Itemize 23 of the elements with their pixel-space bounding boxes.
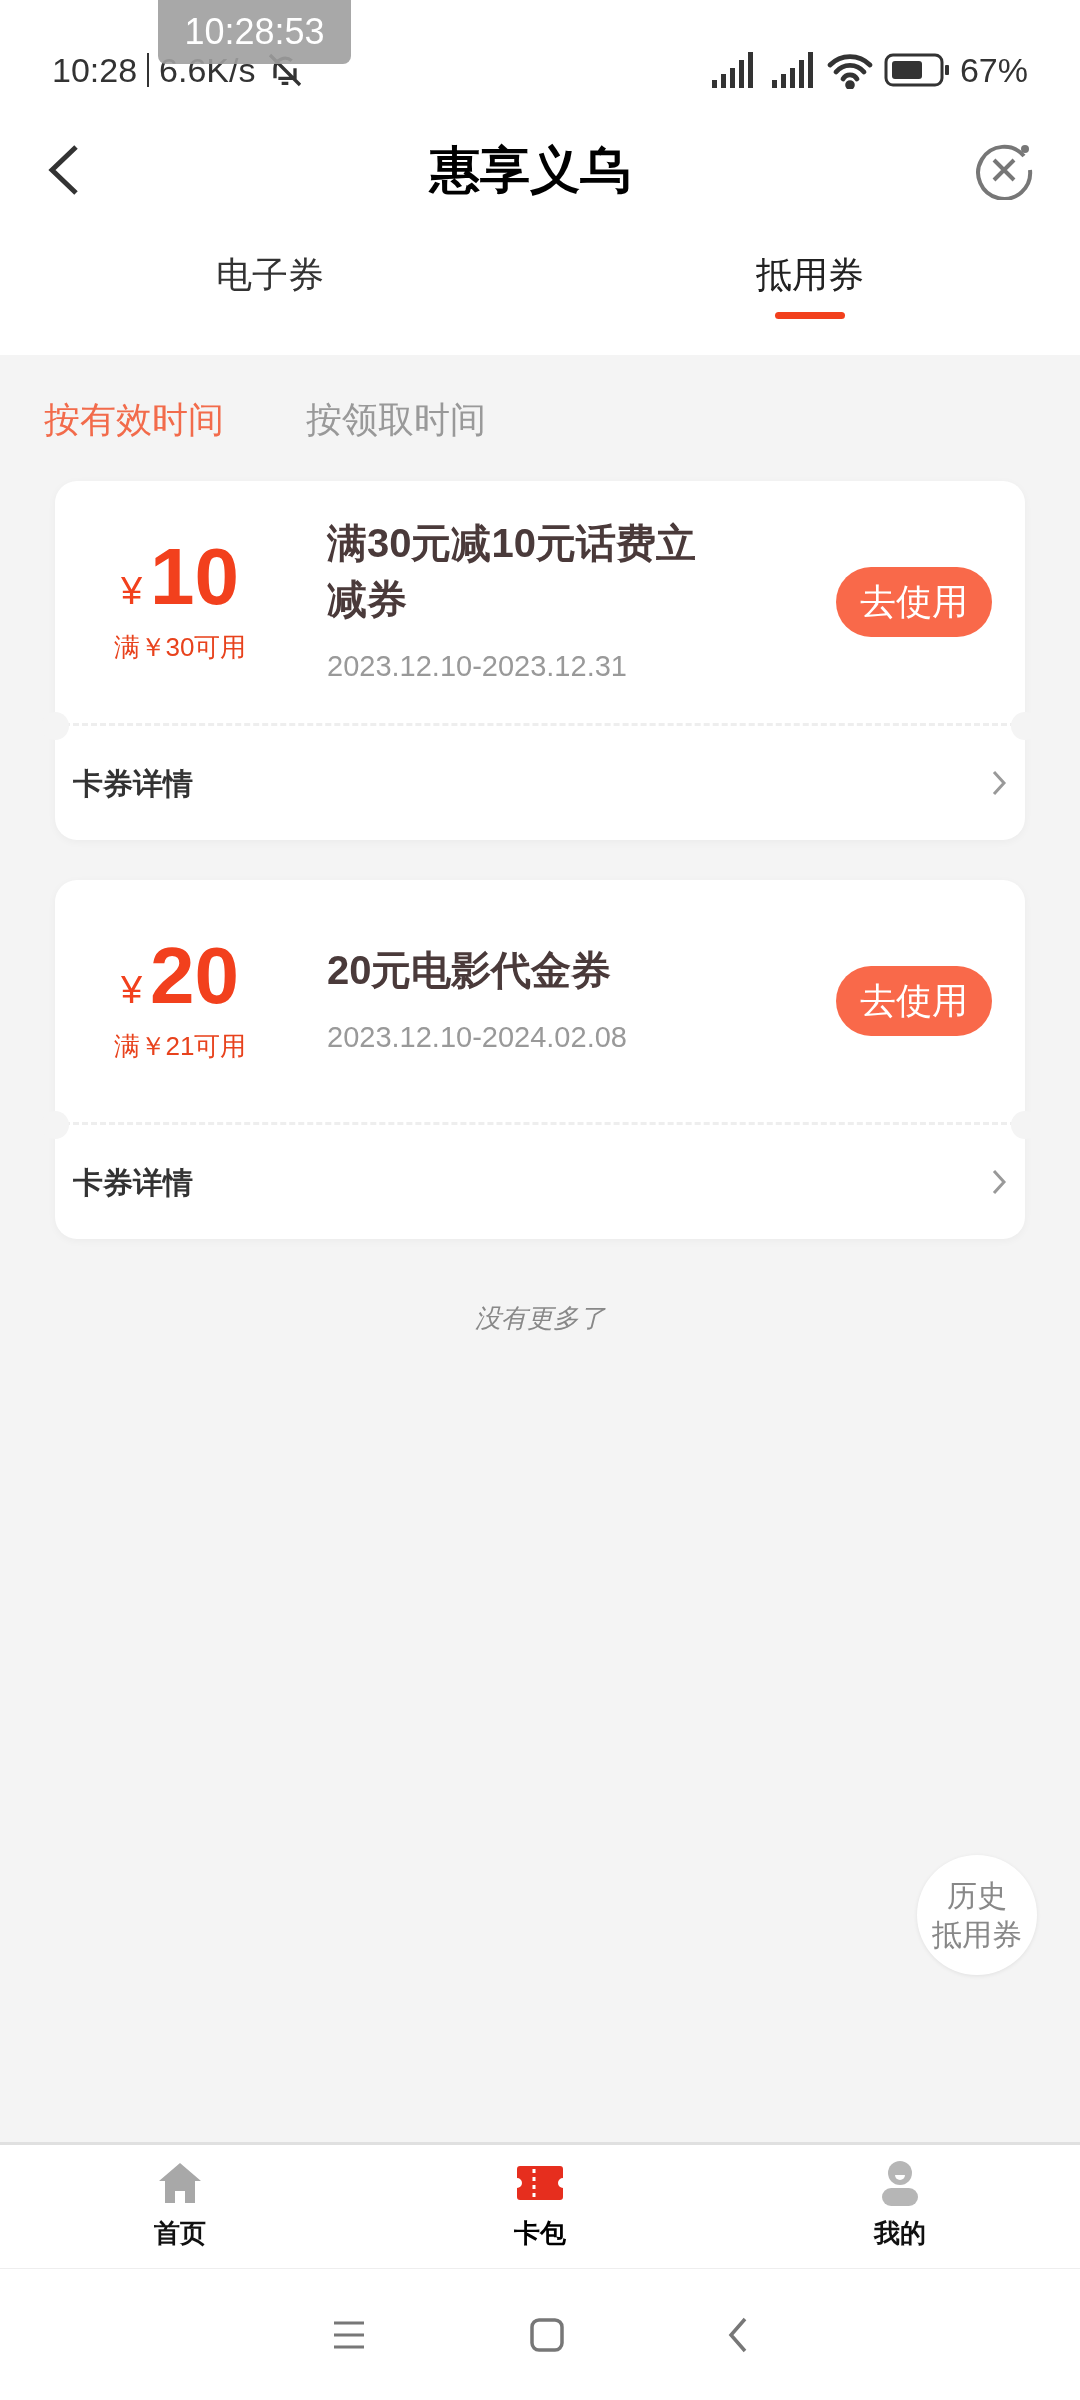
nav-tab[interactable]: 首页 — [0, 2145, 360, 2268]
tab[interactable]: 抵用券 — [540, 220, 1080, 355]
coupon-details-link[interactable]: 卡券详情 — [55, 1125, 1025, 1239]
validity-dates: 2023.12.10-2023.12.31 — [327, 649, 628, 685]
battery-percent: 67% — [959, 49, 1028, 91]
end-of-list-note: 没有更多了 — [475, 1302, 605, 1335]
coupon-title: 满30元减10元话费立减券 — [327, 520, 697, 624]
nav-tab[interactable]: 卡包 — [360, 2145, 720, 2268]
page-title: 惠享义乌 — [430, 140, 630, 200]
currency-symbol: ¥ — [120, 968, 143, 1013]
tab[interactable]: 电子券 — [0, 220, 540, 355]
validity-dates: 2023.12.10-2024.02.08 — [327, 1020, 628, 1056]
usage-condition: 满￥21可用 — [113, 1030, 247, 1063]
recording-timer: 10:28:53 — [158, 0, 351, 64]
coupon-details-link[interactable]: 卡券详情 — [55, 726, 1025, 840]
coupon-amount: 10 — [150, 537, 240, 617]
coupon-title: 20元电影代金券 — [327, 947, 613, 995]
history-coupons-button[interactable]: 历史 抵用券 — [917, 1855, 1037, 1975]
currency-symbol: ¥ — [120, 569, 143, 614]
nav-tab[interactable]: 我的 — [720, 2145, 1080, 2268]
coupon-amount: 20 — [150, 936, 240, 1016]
usage-condition: 满￥30可用 — [113, 631, 247, 664]
status-time: 10:28 — [52, 49, 138, 91]
